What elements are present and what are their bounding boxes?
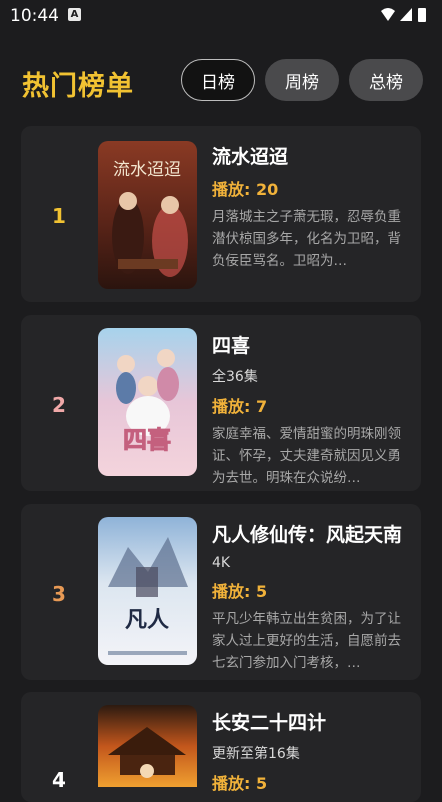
rank-number: 2: [52, 393, 66, 417]
ranking-card[interactable]: 1 流水迢迢 流水迢迢 播放: 20 月落城主之子萧无瑕，忍辱负重潜伏椋国多年，…: [21, 126, 421, 302]
episode-info: 更新至第16集: [212, 746, 300, 762]
rank-number: 4: [52, 768, 66, 792]
notification-a-icon: A: [68, 8, 81, 21]
poster-image[interactable]: 凡人: [98, 517, 197, 665]
rank-number: 3: [52, 582, 66, 606]
signal-icon: [400, 8, 412, 21]
item-description: 月落城主之子萧无瑕，忍辱负重潜伏椋国多年，化名为卫昭，背负佞臣骂名。卫昭为…: [212, 209, 401, 269]
poster-image[interactable]: 四喜: [98, 328, 197, 476]
wifi-icon: [381, 8, 395, 21]
play-count: 播放: 5: [212, 582, 268, 601]
poster-caption: 凡人: [125, 607, 169, 633]
poster-image[interactable]: [98, 705, 197, 787]
episode-info: 全36集: [212, 369, 258, 385]
ranking-card[interactable]: 4 长安二十四计 更新至第16集 播放: 5: [21, 692, 421, 802]
tab-total[interactable]: 总榜: [349, 59, 423, 101]
item-description: 平凡少年韩立出生贫困，为了让家人过上更好的生活，自愿前去七玄门参加入门考核，…: [212, 611, 401, 671]
item-info: 长安二十四计 更新至第16集 播放: 5: [212, 708, 412, 794]
item-info: 四喜 全36集 播放: 7 家庭幸福、爱情甜蜜的明珠刚领证、怀孕，丈夫建奇就因见…: [212, 331, 412, 489]
item-info: 流水迢迢 播放: 20 月落城主之子萧无瑕，忍辱负重潜伏椋国多年，化名为卫昭，背…: [212, 142, 412, 272]
play-count: 播放: 20: [212, 180, 279, 199]
episode-info: 4K: [212, 555, 231, 571]
item-title: 流水迢迢: [212, 146, 289, 168]
play-count: 播放: 5: [212, 774, 268, 793]
poster-caption: 四喜: [123, 426, 171, 454]
play-count: 播放: 7: [212, 397, 268, 416]
item-info: 凡人修仙传：风起天南 4K 播放: 5 平凡少年韩立出生贫困，为了让家人过上更好…: [212, 520, 412, 674]
poster-caption: 流水迢迢: [113, 160, 181, 180]
status-bar: 10:44 A: [0, 0, 442, 32]
page-title: 热门榜单: [22, 71, 134, 102]
system-status-icons: [381, 8, 426, 22]
ranking-card[interactable]: 2 四喜 四喜 全36集 播放: 7 家庭幸福、爱情甜蜜的明珠刚领证、怀孕，丈夫…: [21, 315, 421, 491]
header: 热门榜单 日榜 周榜 总榜: [0, 52, 442, 112]
rank-number: 1: [52, 204, 66, 228]
poster-image[interactable]: 流水迢迢: [98, 141, 197, 289]
item-title: 凡人修仙传：风起天南: [212, 524, 403, 546]
item-title: 长安二十四计: [212, 712, 327, 734]
ranking-card[interactable]: 3 凡人 凡人修仙传：风起天南 4K 播放: 5 平凡少年韩立出生贫困，为了让家…: [21, 504, 421, 680]
status-time: 10:44: [10, 6, 59, 26]
item-description: 家庭幸福、爱情甜蜜的明珠刚领证、怀孕，丈夫建奇就因见义勇为去世。明珠在众说纷…: [212, 426, 401, 486]
tab-weekly[interactable]: 周榜: [265, 59, 339, 101]
tab-daily[interactable]: 日榜: [181, 59, 255, 101]
battery-icon: [418, 8, 426, 22]
item-title: 四喜: [212, 335, 251, 357]
